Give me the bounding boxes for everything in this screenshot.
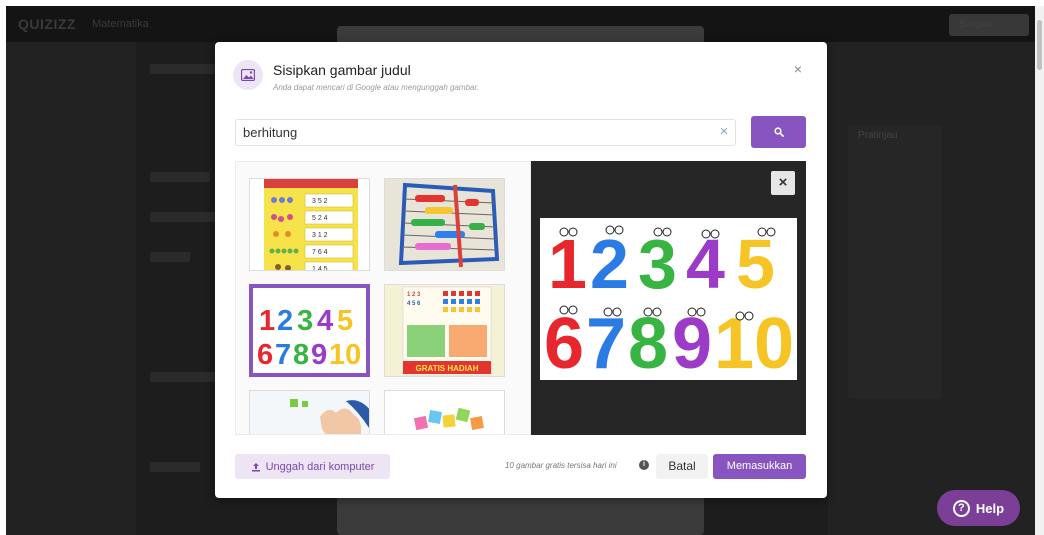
help-label: Help <box>975 500 1005 516</box>
number-blocks-thumbnail[interactable] <box>384 390 505 434</box>
help-button[interactable]: ? Help <box>937 490 1020 526</box>
colorful-numbers-thumbnail[interactable]: 12 34 5 67 89 10 <box>249 284 370 377</box>
svg-text:4 5 6: 4 5 6 <box>407 301 421 307</box>
insert-image-modal: Sisipkan gambar judul Anda dapat mencari… <box>215 42 827 498</box>
svg-text:1 4 5: 1 4 5 <box>312 266 328 271</box>
upload-label: Unggah dari komputer <box>265 460 375 473</box>
svg-text:4: 4 <box>317 305 333 337</box>
preview-number: 2 <box>590 225 629 303</box>
preview-number: 1 <box>548 225 587 303</box>
info-icon[interactable]: i <box>639 460 649 470</box>
svg-text:6: 6 <box>257 339 273 371</box>
svg-text:7 6 4: 7 6 4 <box>312 249 328 256</box>
upload-icon <box>251 462 260 471</box>
selected-image-preview: 1 2 3 4 5 6 7 8 9 10 <box>540 218 797 384</box>
svg-text:3 5 2: 3 5 2 <box>312 198 328 205</box>
cancel-button[interactable]: Batal <box>656 454 708 479</box>
bg-line <box>150 462 200 472</box>
svg-text:5 2 4: 5 2 4 <box>312 215 328 222</box>
svg-text:1 2 3: 1 2 3 <box>407 292 421 298</box>
poster-caption: GRATIS HADIAH <box>416 364 479 373</box>
svg-text:9: 9 <box>311 339 327 371</box>
child-hand-thumbnail[interactable] <box>249 390 370 434</box>
page-scrollbar[interactable] <box>1035 6 1044 535</box>
image-results-grid[interactable]: 3 5 25 2 4 3 1 27 6 4 1 4 5 1 2 3 4 5 6 … <box>235 161 531 435</box>
free-images-quota: 10 gambar gratis tersisa hari ini <box>505 461 617 470</box>
svg-text:10: 10 <box>329 339 361 371</box>
bg-line <box>150 372 220 382</box>
svg-text:7: 7 <box>275 339 291 371</box>
modal-subtitle: Anda dapat mencari di Google atau mengun… <box>273 83 480 92</box>
counting-worksheet-thumbnail[interactable]: 3 5 2 5 2 4 3 1 2 7 6 4 1 4 5 <box>249 178 370 271</box>
svg-text:8: 8 <box>293 339 309 371</box>
modal-title: Sisipkan gambar judul <box>273 62 411 78</box>
document-title: Matematika <box>92 18 149 30</box>
abacus-thumbnail[interactable] <box>384 178 505 271</box>
search-input[interactable] <box>235 119 736 146</box>
preview-number: 6 <box>544 304 584 380</box>
close-preview-icon[interactable]: × <box>771 171 795 195</box>
close-icon[interactable]: × <box>791 62 805 76</box>
svg-text:3: 3 <box>297 305 313 337</box>
svg-text:2: 2 <box>277 305 293 337</box>
search-button[interactable] <box>751 116 806 148</box>
preview-number: 10 <box>714 304 794 380</box>
preview-number: 3 <box>638 225 677 303</box>
svg-text:3 1 2: 3 1 2 <box>312 232 328 239</box>
bg-line <box>150 252 190 262</box>
preview-button[interactable]: Pratinjau <box>848 125 942 399</box>
page-scroll-thumb[interactable] <box>1037 20 1042 70</box>
svg-text:1: 1 <box>259 305 275 337</box>
preview-number: 5 <box>736 225 775 303</box>
upload-from-computer-button[interactable]: Unggah dari komputer <box>235 454 390 479</box>
app-logo: QUIZIZZ <box>18 16 76 32</box>
search-icon <box>773 127 784 137</box>
bg-line <box>150 172 210 182</box>
question-icon: ? <box>952 499 970 517</box>
clear-icon[interactable]: × <box>717 124 731 140</box>
svg-text:5: 5 <box>337 305 353 337</box>
number-poster-thumbnail[interactable]: 1 2 3 4 5 6 GRATIS HADIAH <box>384 284 505 377</box>
save-button[interactable]: Simpan <box>949 14 1029 36</box>
image-preview-panel: × 1 2 3 4 5 6 7 8 9 10 <box>531 161 806 435</box>
insert-button[interactable]: Memasukkan <box>713 454 806 479</box>
image-icon <box>233 60 263 90</box>
